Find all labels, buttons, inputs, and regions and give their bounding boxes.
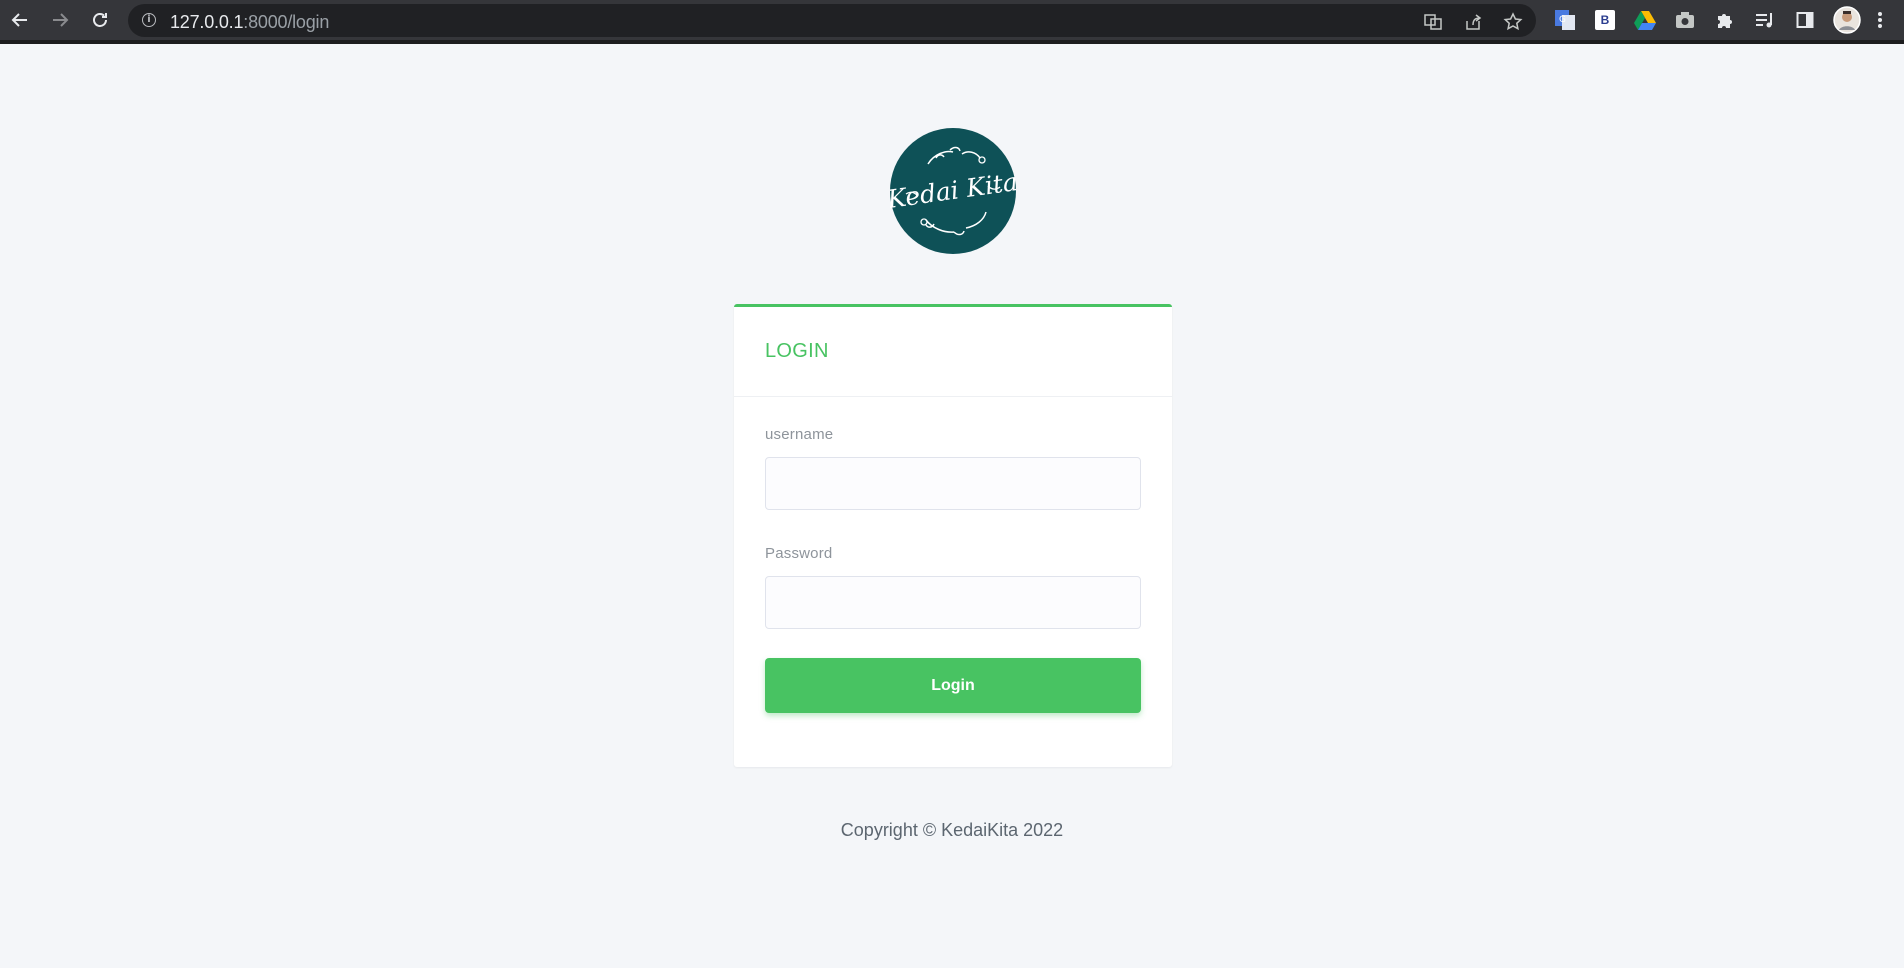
address-bar[interactable]: i 127.0.0.1:8000/login — [128, 4, 1536, 37]
browser-menu-icon[interactable] — [1872, 8, 1888, 32]
svg-text:G: G — [1559, 15, 1566, 25]
url-host: 127.0.0.1 — [170, 12, 244, 32]
forward-button[interactable] — [46, 6, 74, 34]
site-info-icon[interactable]: i — [142, 13, 156, 27]
b-extension-icon[interactable]: B — [1593, 8, 1617, 32]
login-card: LOGIN username Password Login — [734, 304, 1172, 767]
profile-avatar[interactable] — [1833, 6, 1861, 34]
copyright-text: Copyright © KedaiKita 2022 — [840, 820, 1064, 840]
side-panel-icon[interactable] — [1793, 8, 1817, 32]
kedaikita-logo: Kedai Kita — [885, 128, 1020, 254]
password-input[interactable] — [765, 576, 1141, 629]
back-button[interactable] — [6, 6, 34, 34]
arrow-left-icon — [11, 13, 27, 27]
arrow-right-icon — [53, 13, 69, 27]
translate-icon[interactable] — [1422, 11, 1444, 33]
camera-icon[interactable] — [1673, 8, 1697, 32]
login-button[interactable]: Login — [765, 658, 1141, 713]
avatar-icon — [1833, 6, 1861, 34]
browser-toolbar: i 127.0.0.1:8000/login G B — [0, 0, 1904, 44]
google-drive-icon[interactable] — [1633, 8, 1657, 32]
username-label: username — [765, 426, 834, 443]
reload-icon — [93, 13, 107, 27]
password-label: Password — [765, 545, 833, 562]
reload-button[interactable] — [86, 6, 114, 34]
bookmark-star-icon[interactable] — [1502, 11, 1524, 33]
extensions-puzzle-icon[interactable] — [1713, 8, 1737, 32]
share-icon[interactable] — [1462, 11, 1484, 33]
login-card-header: LOGIN — [734, 307, 1172, 397]
media-queue-icon[interactable] — [1753, 8, 1777, 32]
address-url[interactable]: 127.0.0.1:8000/login — [170, 12, 329, 33]
username-input[interactable] — [765, 457, 1141, 510]
google-translate-extension-icon[interactable]: G — [1553, 8, 1577, 32]
url-path: :8000/login — [243, 12, 330, 32]
login-title: LOGIN — [765, 340, 829, 362]
